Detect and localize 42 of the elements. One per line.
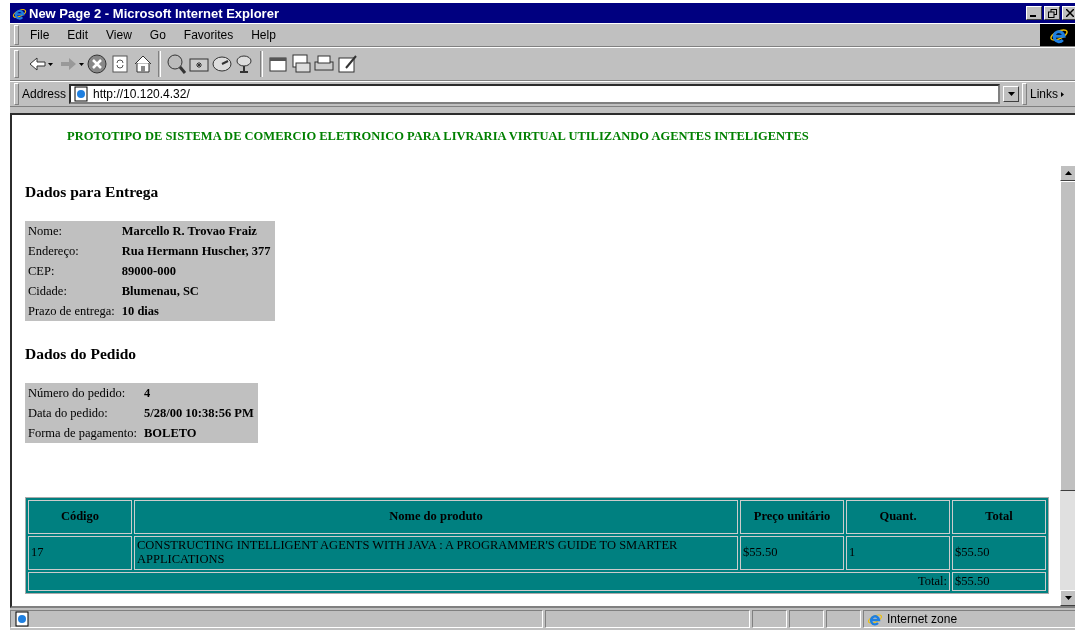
address-label: Address xyxy=(22,87,67,101)
section-heading: Dados do Pedido xyxy=(25,345,137,363)
field-label: CEP: xyxy=(27,262,56,280)
field-value: Rua Hermann Huscher, 377 xyxy=(120,242,272,260)
field-label: Nome: xyxy=(27,222,64,240)
table-cell: $55.50 xyxy=(952,536,1046,570)
field-value: 4 xyxy=(143,384,152,402)
menu-item[interactable]: Help xyxy=(244,26,283,44)
field-value: Marcello R. Trovao Fraiz xyxy=(120,222,258,240)
menu-item[interactable]: Go xyxy=(142,26,173,44)
column-header: Quant. xyxy=(846,500,950,534)
field-label: Forma de pagamento: xyxy=(27,424,138,442)
menu-item[interactable]: Edit xyxy=(60,26,96,44)
address-field[interactable]: http://10.120.4.32/ xyxy=(69,84,1000,104)
table-cell: $55.50 xyxy=(740,536,844,570)
field-value: 89000-000 xyxy=(120,262,177,280)
window-title: New Page 2 - Microsoft Internet Explorer xyxy=(29,5,280,21)
field-label: Endereço: xyxy=(27,242,80,260)
table-cell: 17 xyxy=(28,536,132,570)
page-title: PROTOTIPO DE SISTEMA DE COMERCIO ELETRONICO PARA LIVRARIA VIRTUAL UTILIZANDO AGENTES INTELIGENTES xyxy=(66,128,810,145)
field-label: Data do pedido: xyxy=(27,404,109,422)
column-header: Preço unitário xyxy=(740,500,844,534)
field-label: Número do pedido: xyxy=(27,384,127,402)
menu-item[interactable]: Favorites xyxy=(176,26,241,44)
links-button[interactable]: Links xyxy=(1030,87,1075,101)
table-cell: 1 xyxy=(846,536,950,570)
field-value: BOLETO xyxy=(143,424,198,442)
field-value: 10 dias xyxy=(120,302,160,320)
field-label: Cidade: xyxy=(27,282,68,300)
column-header: Nome do produto xyxy=(134,500,738,534)
table-cell: $55.50 xyxy=(952,571,1046,592)
menu-item[interactable]: File xyxy=(23,26,57,44)
table-cell: CONSTRUCTING INTELLIGENT AGENTS WITH JAVA : A PROGRAMMER'S GUIDE TO SMARTER APPLICATIONS xyxy=(134,536,738,570)
zone-label: Internet zone xyxy=(887,612,958,626)
field-value: Blumenau, SC xyxy=(120,282,200,300)
column-header: Código xyxy=(28,500,132,534)
column-header: Total xyxy=(952,500,1046,534)
field-label: Prazo de entrega: xyxy=(27,302,116,320)
menu-item[interactable]: View xyxy=(99,26,139,44)
field-value: 5/28/00 10:38:56 PM xyxy=(143,404,255,422)
section-heading: Dados para Entrega xyxy=(25,183,159,201)
table-cell: Total: xyxy=(28,571,950,592)
